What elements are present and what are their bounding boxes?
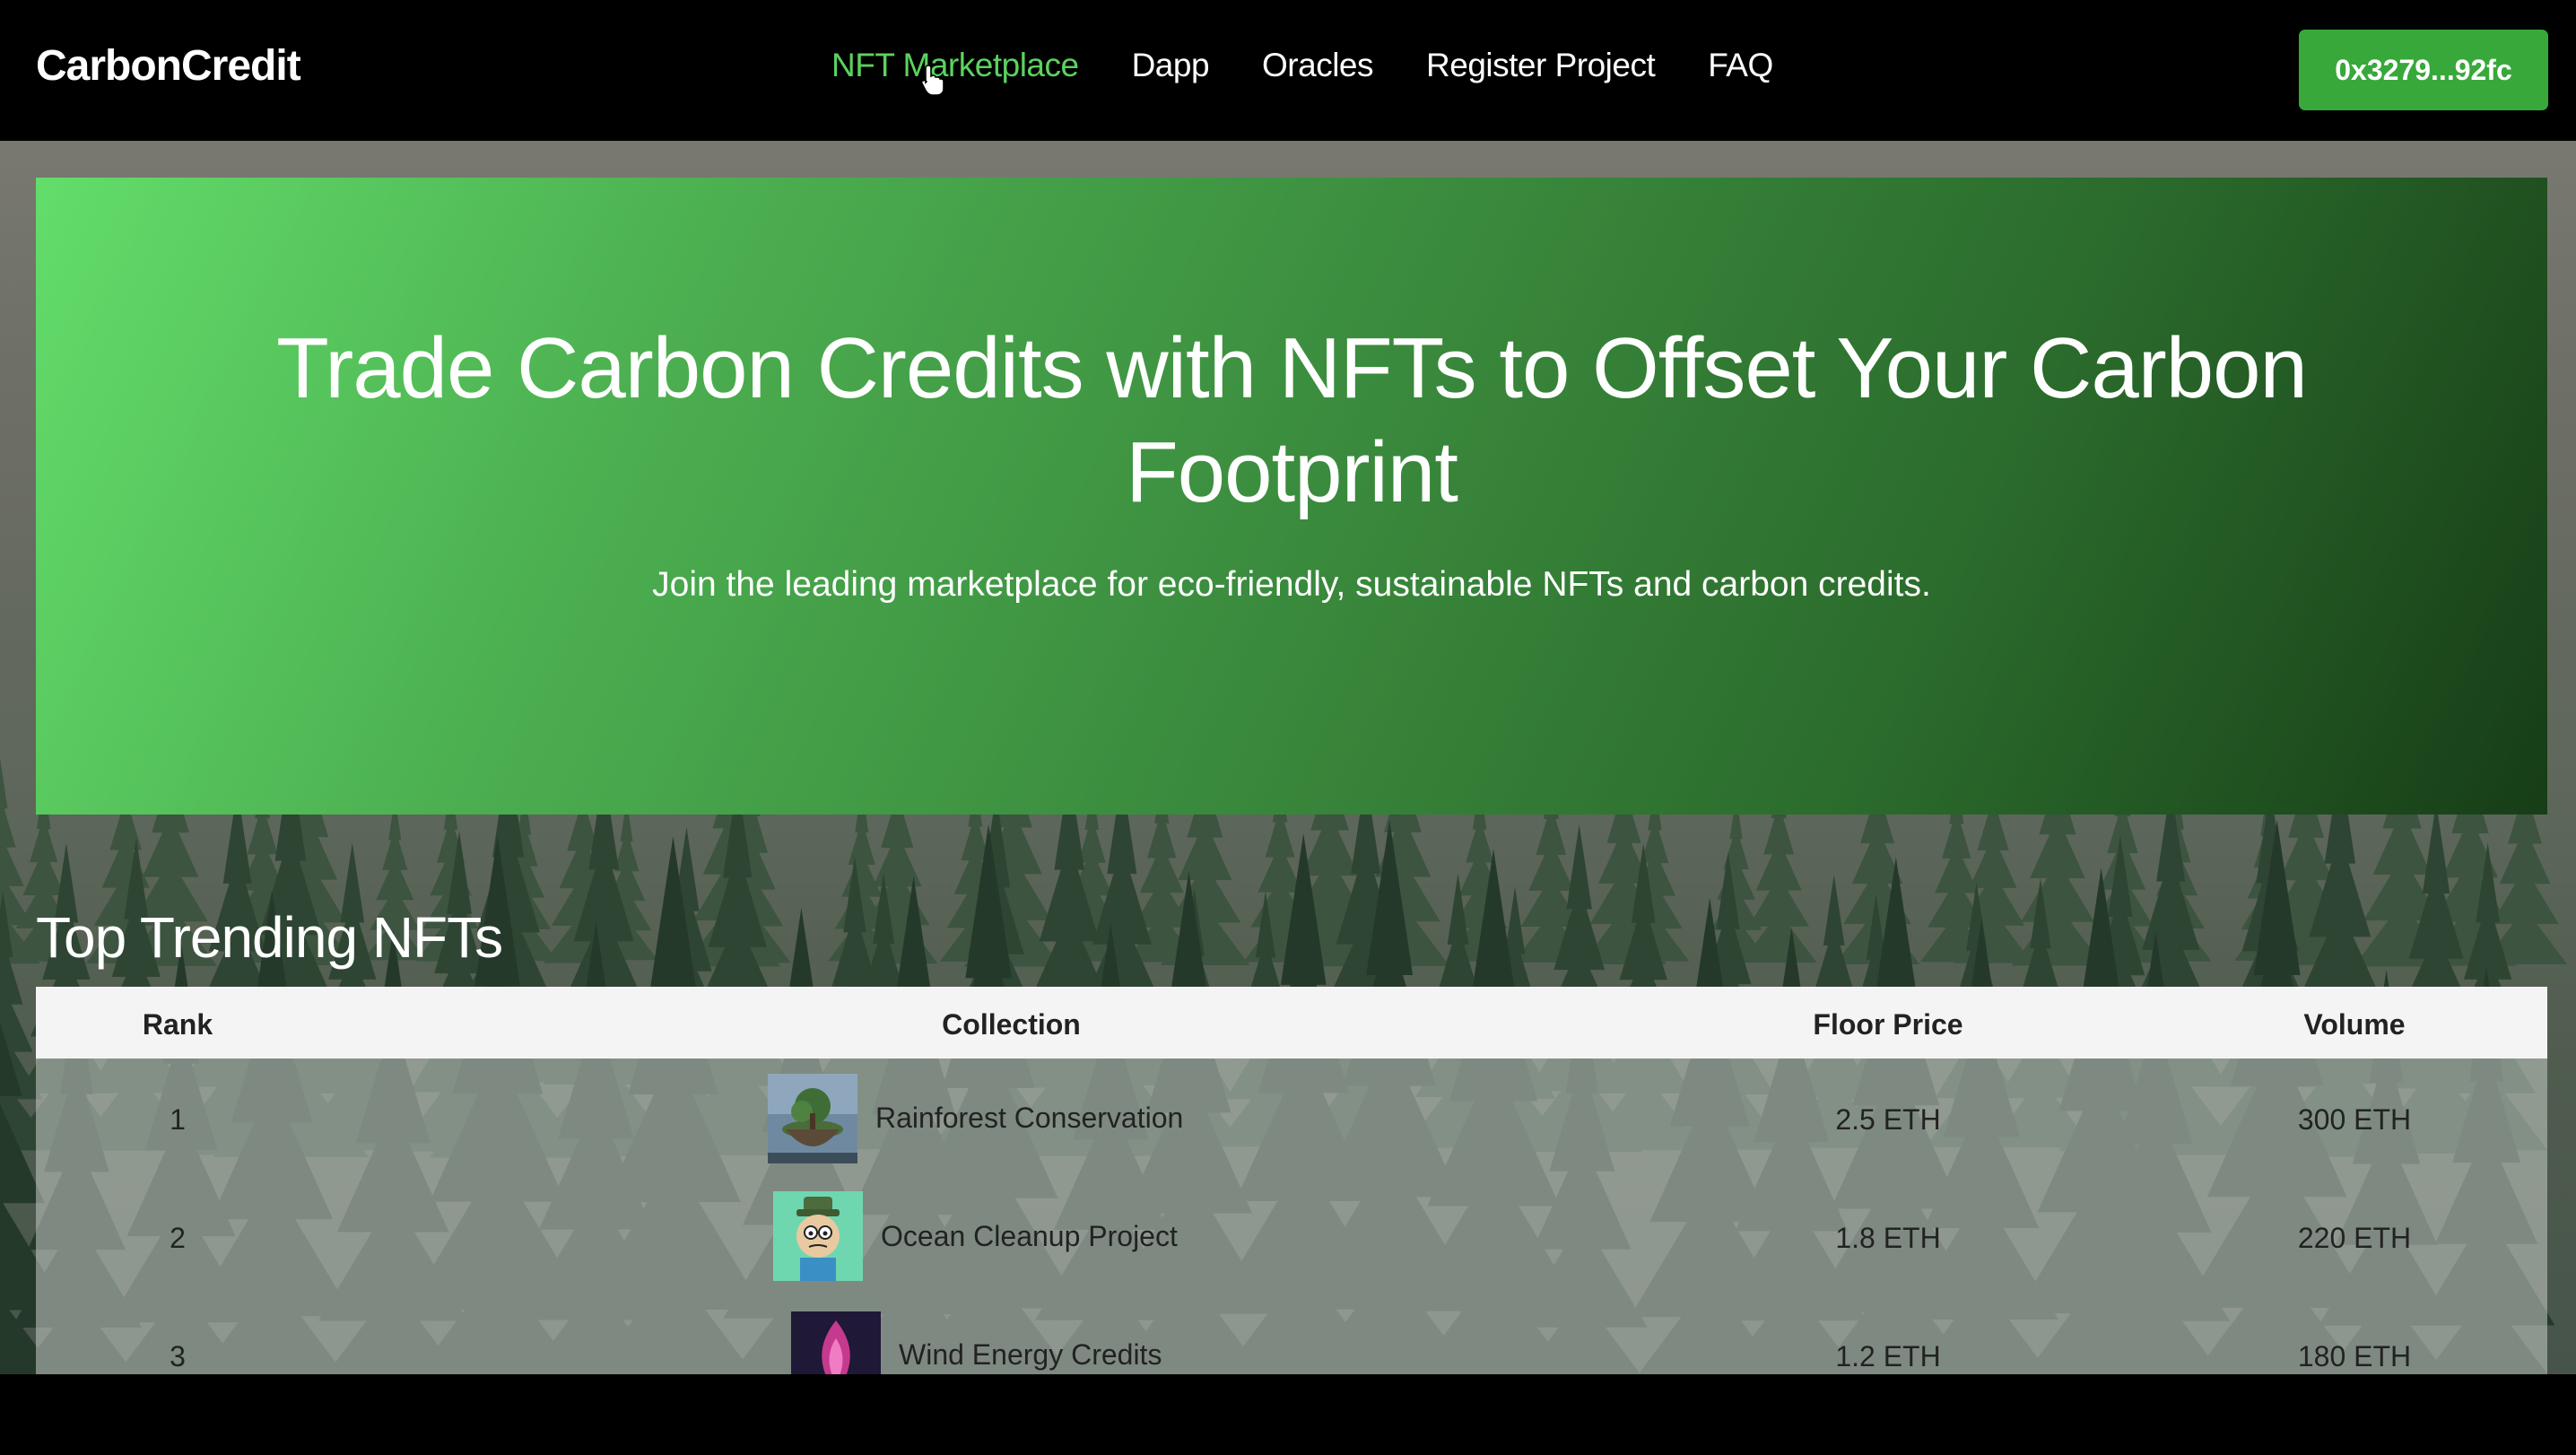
cartoon-character-thumbnail[interactable] (773, 1191, 863, 1281)
nav-link-faq[interactable]: FAQ (1708, 47, 1773, 84)
hero-banner: Trade Carbon Credits with NFTs to Offset… (36, 178, 2547, 815)
app-viewport: CarbonCredit NFT Marketplace Dapp Oracle… (0, 0, 2576, 1374)
nav-links: NFT Marketplace Dapp Oracles Register Pr… (831, 47, 1826, 84)
hero-subtitle: Join the leading marketplace for eco-fri… (652, 565, 1931, 604)
table-row[interactable]: 2 Ocean Cleanup Project 1.8 ETH 220 ETH (36, 1177, 2547, 1295)
brand-logo[interactable]: CarbonCredit (36, 41, 301, 91)
table-row[interactable]: 3 Wind Energy Credits 1.2 ETH 180 ETH (36, 1295, 2547, 1374)
column-header-rank: Rank (142, 1008, 213, 1041)
rank-cell: 1 (170, 1103, 186, 1136)
floor-price-cell: 1.2 ETH (1835, 1340, 1941, 1372)
column-header-collection: Collection (942, 1008, 1081, 1041)
volume-cell: 180 ETH (2297, 1340, 2412, 1372)
trending-section-title: Top Trending NFTs (36, 905, 503, 970)
volume-cell: 300 ETH (2297, 1103, 2412, 1136)
collection-name[interactable]: Wind Energy Credits (899, 1338, 1162, 1372)
top-navbar: CarbonCredit NFT Marketplace Dapp Oracle… (0, 0, 2576, 141)
column-header-floor-price: Floor Price (1813, 1008, 1963, 1041)
column-header-volume: Volume (2303, 1008, 2406, 1041)
collection-name[interactable]: Rainforest Conservation (875, 1102, 1183, 1135)
nav-link-dapp[interactable]: Dapp (1132, 47, 1210, 84)
volume-cell: 220 ETH (2297, 1222, 2412, 1254)
table-header: Rank Collection Floor Price Volume (36, 987, 2547, 1059)
rank-cell: 2 (170, 1222, 186, 1254)
floating-island-thumbnail[interactable] (768, 1074, 857, 1163)
floor-price-cell: 1.8 ETH (1835, 1222, 1941, 1254)
trending-nfts-table: Rank Collection Floor Price Volume 1 Rai… (36, 987, 2547, 1374)
nav-link-register-project[interactable]: Register Project (1426, 47, 1656, 84)
rank-cell: 3 (170, 1340, 186, 1372)
collection-name[interactable]: Ocean Cleanup Project (881, 1220, 1178, 1253)
hero-title: Trade Carbon Credits with NFTs to Offset… (276, 320, 2308, 520)
table-row[interactable]: 1 Rainforest Conservation 2.5 ETH 300 ET… (36, 1059, 2547, 1177)
floor-price-cell: 2.5 ETH (1835, 1103, 1941, 1136)
nav-link-nft-marketplace[interactable]: NFT Marketplace (831, 47, 1079, 84)
wallet-address-button[interactable]: 0x3279...92fc (2299, 30, 2548, 110)
nav-link-oracles[interactable]: Oracles (1262, 47, 1373, 84)
table-body: 1 Rainforest Conservation 2.5 ETH 300 ET… (36, 1059, 2547, 1374)
hand-cursor-icon (921, 65, 944, 96)
pink-flame-thumbnail[interactable] (791, 1311, 881, 1374)
